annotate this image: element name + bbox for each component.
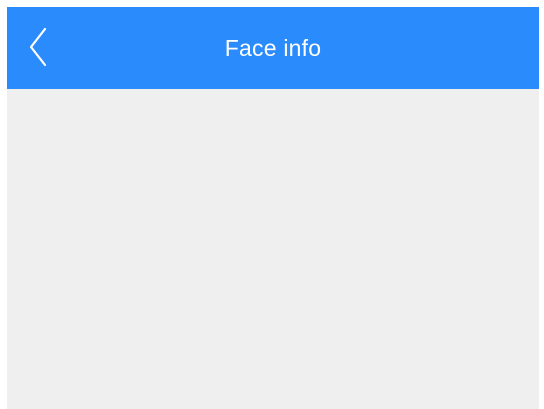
- app-screen: Face info: [7, 7, 539, 409]
- title-bar: Face info: [7, 7, 539, 89]
- content-area: [7, 89, 539, 409]
- page-title: Face info: [224, 35, 322, 61]
